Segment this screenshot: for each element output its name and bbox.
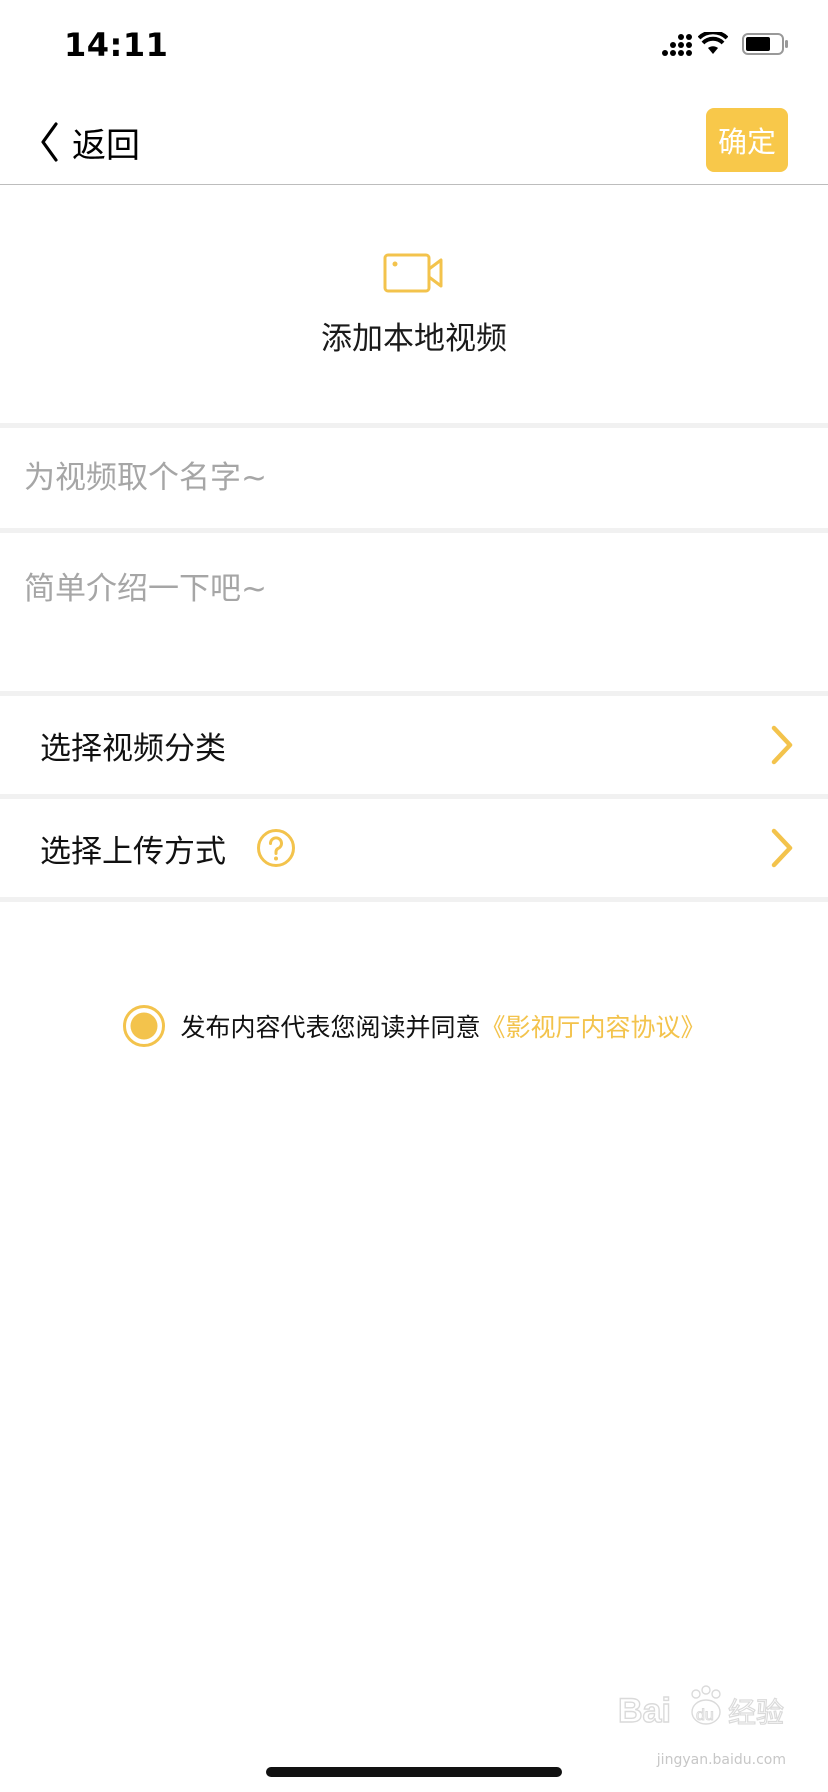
video-description-input[interactable] [0,533,828,691]
svg-text:Bai: Bai [618,1692,671,1730]
select-upload-method-label: 选择上传方式 [40,833,226,870]
add-video-label: 添加本地视频 [321,321,507,357]
video-title-field [0,428,828,528]
watermark-url: jingyan.baidu.com [656,1752,786,1768]
confirm-button[interactable]: 确定 [706,108,788,172]
agreement-text: 发布内容代表您阅读并同意 [180,1013,481,1042]
cellular-signal-icon [662,34,692,56]
svg-text:经验: 经验 [728,1696,784,1729]
status-bar: 14:11 [0,0,828,100]
nav-bar: 返回 确定 [0,100,828,185]
add-local-video-button[interactable]: 添加本地视频 [0,185,828,423]
agree-radio[interactable] [122,1004,166,1048]
home-indicator[interactable] [266,1767,562,1777]
chevron-left-icon [41,122,58,162]
select-category-row[interactable]: 选择视频分类 [0,696,828,794]
select-category-label: 选择视频分类 [40,730,226,767]
back-label: 返回 [72,125,140,166]
chevron-right-icon [771,828,793,868]
back-button[interactable]: 返回 [38,114,140,170]
help-question-icon[interactable] [256,828,296,868]
status-time: 14:11 [64,26,169,64]
baidu-jingyan-watermark-logo: Bai du 经验 [618,1685,785,1731]
video-camera-icon [383,253,443,293]
chevron-right-icon [771,725,793,765]
battery-icon [742,33,788,55]
agreement: 发布内容代表您阅读并同意 《影视厅内容协议》 [0,998,828,1054]
video-upload-page: 14:11 返回 确定 添加本地视频 为视频取个名字~ 简单介绍一下吧~ 选择视… [0,0,828,1792]
agreement-link[interactable]: 《影视厅内容协议》 [481,1008,706,1044]
select-upload-method-row[interactable]: 选择上传方式 [0,799,828,897]
wifi-icon [698,32,728,54]
video-description-field [0,533,828,691]
svg-text:du: du [696,1707,714,1724]
video-title-input[interactable] [0,428,828,528]
divider [0,897,828,902]
